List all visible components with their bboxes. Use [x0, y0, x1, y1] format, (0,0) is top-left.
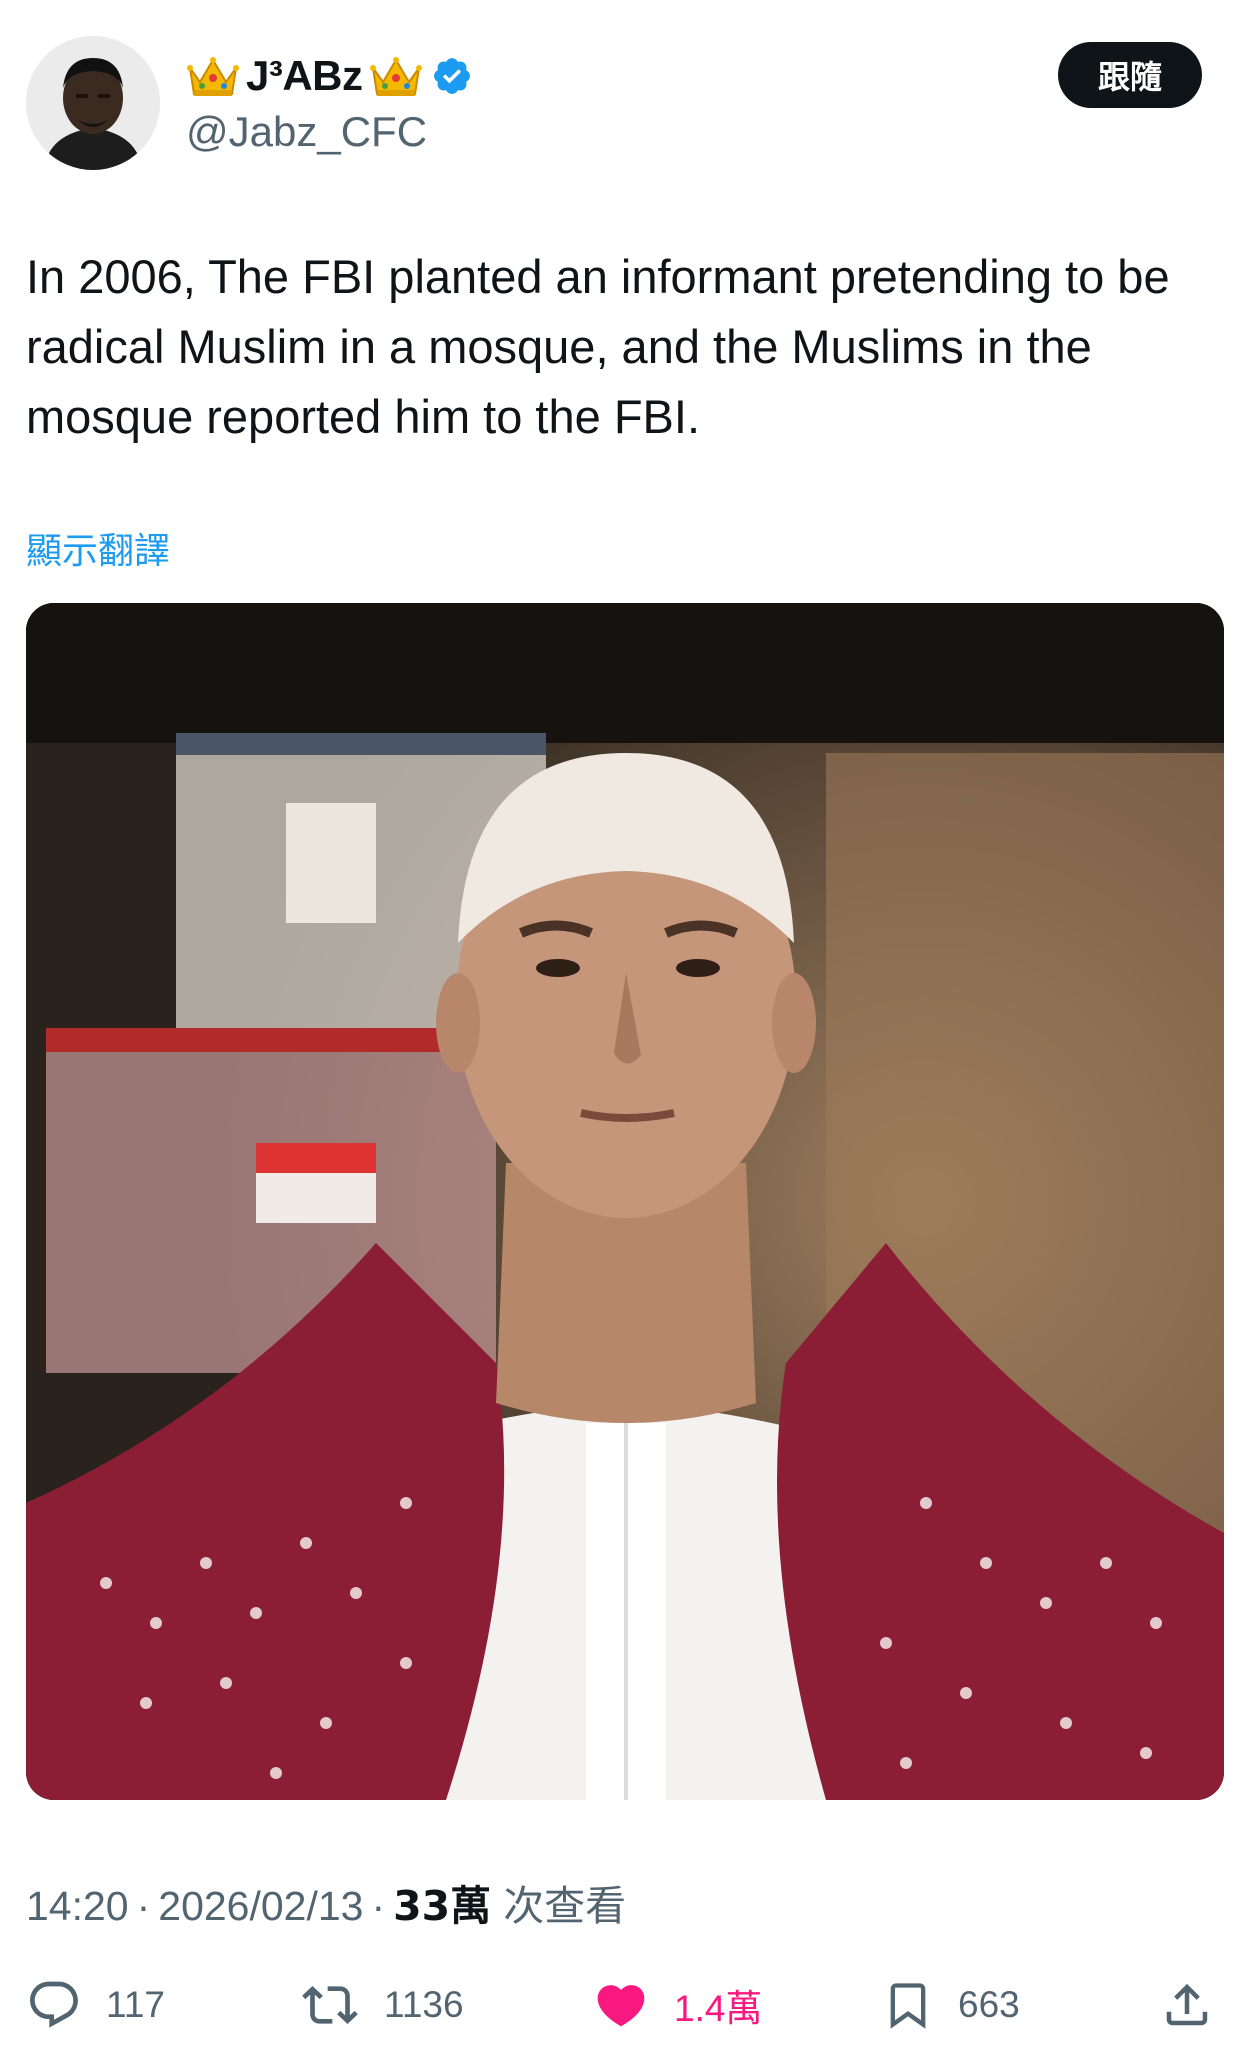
like-button[interactable]: 1.4萬	[592, 1960, 762, 2050]
verified-badge-icon[interactable]	[431, 55, 473, 97]
reply-button[interactable]: 117	[26, 1960, 165, 2050]
tweet-text: In 2006, The FBI planted an informant pr…	[26, 250, 1170, 443]
action-bar: 117 1136 1.4萬 663	[0, 1960, 1250, 2050]
repost-button[interactable]: 1136	[300, 1960, 464, 2050]
follow-button[interactable]: 跟隨	[1058, 42, 1202, 108]
user-handle[interactable]: @Jabz_CFC	[186, 108, 427, 156]
repost-icon	[302, 1986, 358, 2024]
bookmark-button[interactable]: 663	[882, 1960, 1020, 2050]
tweet-time[interactable]: 14:20	[26, 1883, 129, 1930]
tweet-meta: 14:20 · 2026/02/13 · 33萬 次查看	[26, 1872, 626, 1932]
repost-count: 1136	[384, 1984, 464, 2025]
bookmark-count: 663	[958, 1984, 1020, 2025]
show-translation-link[interactable]: 顯示翻譯	[26, 522, 170, 574]
crown-emoji-icon	[186, 52, 240, 100]
reply-count: 117	[106, 1984, 165, 2025]
views-count: 33萬	[393, 1882, 492, 1930]
tweet-header: J³ABz @Jabz_CFC 跟隨	[0, 0, 1250, 190]
reply-icon	[30, 1981, 78, 2028]
meta-separator: ·	[136, 1883, 151, 1929]
like-count: 1.4萬	[674, 1988, 763, 2029]
crown-emoji-icon	[369, 52, 423, 100]
like-heart-icon	[597, 1985, 645, 2027]
name-row[interactable]: J³ABz	[186, 48, 473, 104]
tweet-photo[interactable]	[26, 603, 1224, 1800]
share-button[interactable]	[1160, 1960, 1214, 2050]
meta-separator: ·	[371, 1883, 386, 1929]
views-label: 次查看	[503, 1882, 627, 1930]
share-icon	[1166, 1983, 1208, 2026]
bookmark-icon	[890, 1983, 926, 2029]
avatar[interactable]	[26, 36, 160, 170]
tweet-date[interactable]: 2026/02/13	[158, 1883, 363, 1930]
display-name[interactable]: J³ABz	[246, 52, 363, 100]
